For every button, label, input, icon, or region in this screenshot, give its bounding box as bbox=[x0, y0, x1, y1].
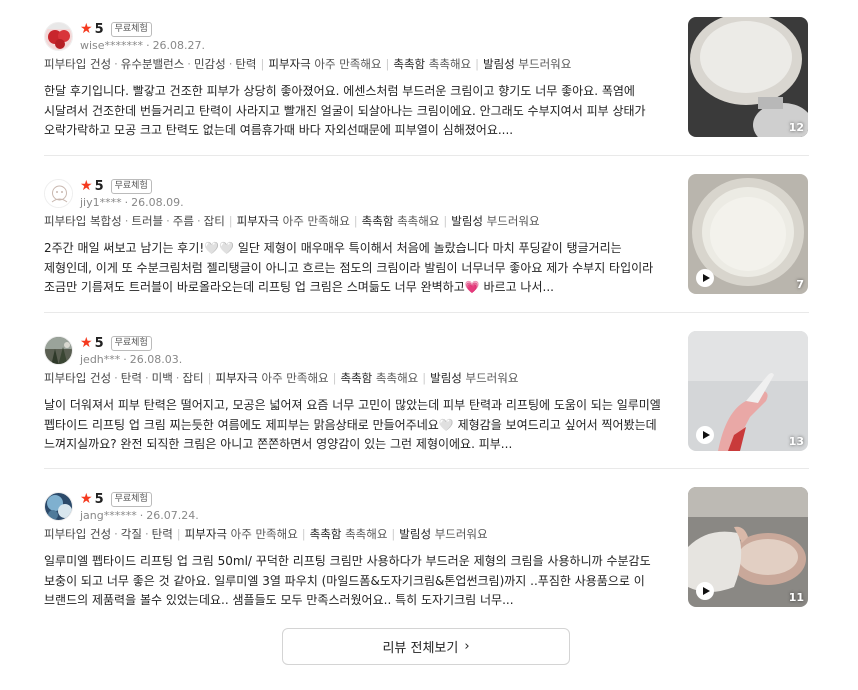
skin-tag: 미백 bbox=[151, 371, 173, 385]
free-trial-badge: 무료체험 bbox=[110, 335, 152, 351]
review-item: ★ 5 무료체험 jedh*** · 26.08.03. 피부타입 건성 · 탄력 · 미백… bbox=[44, 331, 809, 456]
skin-tag: 피부타입 건성 bbox=[44, 527, 112, 541]
skin-tag: 피부타입 건성 bbox=[44, 57, 112, 71]
rating-score: 5 bbox=[94, 335, 104, 351]
divider bbox=[44, 155, 809, 156]
eval-value: 부드러워요 bbox=[434, 527, 488, 541]
star-icon: ★ bbox=[80, 335, 93, 351]
skin-tag: 민감성 bbox=[193, 57, 226, 71]
username: jang****** bbox=[80, 509, 137, 522]
avatar bbox=[44, 492, 73, 521]
chevron-right-icon: › bbox=[464, 639, 470, 654]
star-icon: ★ bbox=[80, 21, 93, 37]
rating-score: 5 bbox=[94, 491, 104, 507]
photo-count: 7 bbox=[796, 278, 804, 291]
skin-tag: 잡티 bbox=[203, 214, 225, 228]
skin-tag: 탄력 bbox=[235, 57, 257, 71]
avatar bbox=[44, 22, 73, 51]
eval-key: 피부자극 bbox=[268, 57, 311, 71]
skin-tag: 주름 bbox=[172, 214, 194, 228]
rating-score: 5 bbox=[94, 178, 104, 194]
review-date: 26.08.09. bbox=[131, 196, 184, 209]
review-photo-thumbnail[interactable]: 11 bbox=[688, 487, 808, 607]
eval-value: 촉촉해요 bbox=[397, 214, 440, 228]
eval-value: 촉촉해요 bbox=[345, 527, 388, 541]
review-item: ★ 5 무료체험 jiy1**** · 26.08.09. 피부타입 복합성 · 트러블… bbox=[44, 174, 809, 299]
eval-key: 촉촉함 bbox=[309, 527, 342, 541]
skin-tag: 탄력 bbox=[120, 371, 142, 385]
eval-key: 피부자극 bbox=[236, 214, 279, 228]
avatar bbox=[44, 336, 73, 365]
eval-value: 아주 만족해요 bbox=[282, 214, 350, 228]
review-text[interactable]: 한달 후기입니다. 빨갛고 건조한 피부가 상당히 좋아졌어요. 에센스처럼 부… bbox=[44, 82, 669, 142]
eval-value: 아주 만족해요 bbox=[261, 371, 329, 385]
free-trial-badge: 무료체험 bbox=[110, 178, 152, 194]
eval-key: 촉촉함 bbox=[393, 57, 426, 71]
username: jedh*** bbox=[80, 353, 121, 366]
review-item: ★ 5 무료체험 wise******* · 26.08.27. 피부타입 건성 · 유… bbox=[44, 17, 809, 142]
skin-tag: 잡티 bbox=[182, 371, 204, 385]
eval-value: 부드러워요 bbox=[465, 371, 519, 385]
username: jiy1**** bbox=[80, 196, 122, 209]
skin-tag: 트러블 bbox=[131, 214, 164, 228]
skin-tag: 피부타입 건성 bbox=[44, 371, 112, 385]
play-video-icon[interactable] bbox=[696, 582, 714, 600]
free-trial-badge: 무료체험 bbox=[110, 21, 152, 37]
eval-key: 촉촉함 bbox=[361, 214, 394, 228]
skin-tag: 유수분밸런스 bbox=[120, 57, 185, 71]
review-date: 26.07.24. bbox=[146, 509, 199, 522]
review-date: 26.08.27. bbox=[152, 39, 206, 52]
view-all-reviews-button[interactable]: 리뷰 전체보기 › bbox=[282, 628, 570, 665]
star-icon: ★ bbox=[80, 491, 93, 507]
photo-count: 11 bbox=[788, 591, 804, 604]
eval-key: 피부자극 bbox=[215, 371, 258, 385]
review-photo-thumbnail[interactable]: 13 bbox=[688, 331, 808, 451]
eval-key: 피부자극 bbox=[184, 527, 227, 541]
play-video-icon[interactable] bbox=[696, 426, 714, 444]
skin-tag: 각질 bbox=[120, 527, 142, 541]
eval-key: 발림성 bbox=[430, 371, 462, 385]
photo-count: 12 bbox=[788, 121, 804, 134]
review-text[interactable]: 일루미엘 펩타이드 리프팅 업 크림 50ml/ 꾸덕한 리프팅 크림만 사용하… bbox=[44, 552, 669, 612]
eval-value: 촉촉해요 bbox=[428, 57, 472, 71]
eval-key: 발림성 bbox=[399, 527, 432, 541]
eval-key: 촉촉함 bbox=[340, 371, 373, 385]
divider bbox=[44, 468, 809, 469]
review-photo-thumbnail[interactable]: 7 bbox=[688, 174, 808, 294]
rating-score: 5 bbox=[94, 21, 104, 37]
review-text[interactable]: 날이 더워져서 피부 탄력은 떨어지고, 모공은 넓어져 요즘 너무 고민이 많… bbox=[44, 396, 669, 456]
review-date: 26.08.03. bbox=[129, 353, 183, 366]
eval-value: 부드러워요 bbox=[486, 214, 540, 228]
review-text[interactable]: 2주간 매일 써보고 남기는 후기!🤍🤍 일단 제형이 매우매우 특이해서 처음… bbox=[44, 239, 669, 299]
eval-value: 아주 만족해요 bbox=[314, 57, 382, 71]
star-icon: ★ bbox=[80, 178, 93, 194]
avatar bbox=[44, 179, 73, 208]
free-trial-badge: 무료체험 bbox=[110, 491, 152, 507]
photo-count: 13 bbox=[788, 435, 804, 448]
play-video-icon[interactable] bbox=[696, 269, 714, 287]
eval-value: 부드러워요 bbox=[518, 57, 572, 71]
eval-value: 촉촉해요 bbox=[375, 371, 419, 385]
eval-key: 발림성 bbox=[451, 214, 484, 228]
skin-tag: 탄력 bbox=[151, 527, 173, 541]
skin-tag: 피부타입 복합성 bbox=[44, 214, 122, 228]
review-photo-thumbnail[interactable]: 12 bbox=[688, 17, 808, 137]
eval-key: 발림성 bbox=[483, 57, 515, 71]
divider bbox=[44, 312, 809, 313]
username: wise******* bbox=[80, 39, 144, 52]
view-all-reviews-label: 리뷰 전체보기 bbox=[382, 641, 459, 656]
review-item: ★ 5 무료체험 jang****** · 26.07.24. 피부타입 건성 · 각질… bbox=[44, 487, 809, 612]
eval-value: 아주 만족해요 bbox=[230, 527, 298, 541]
